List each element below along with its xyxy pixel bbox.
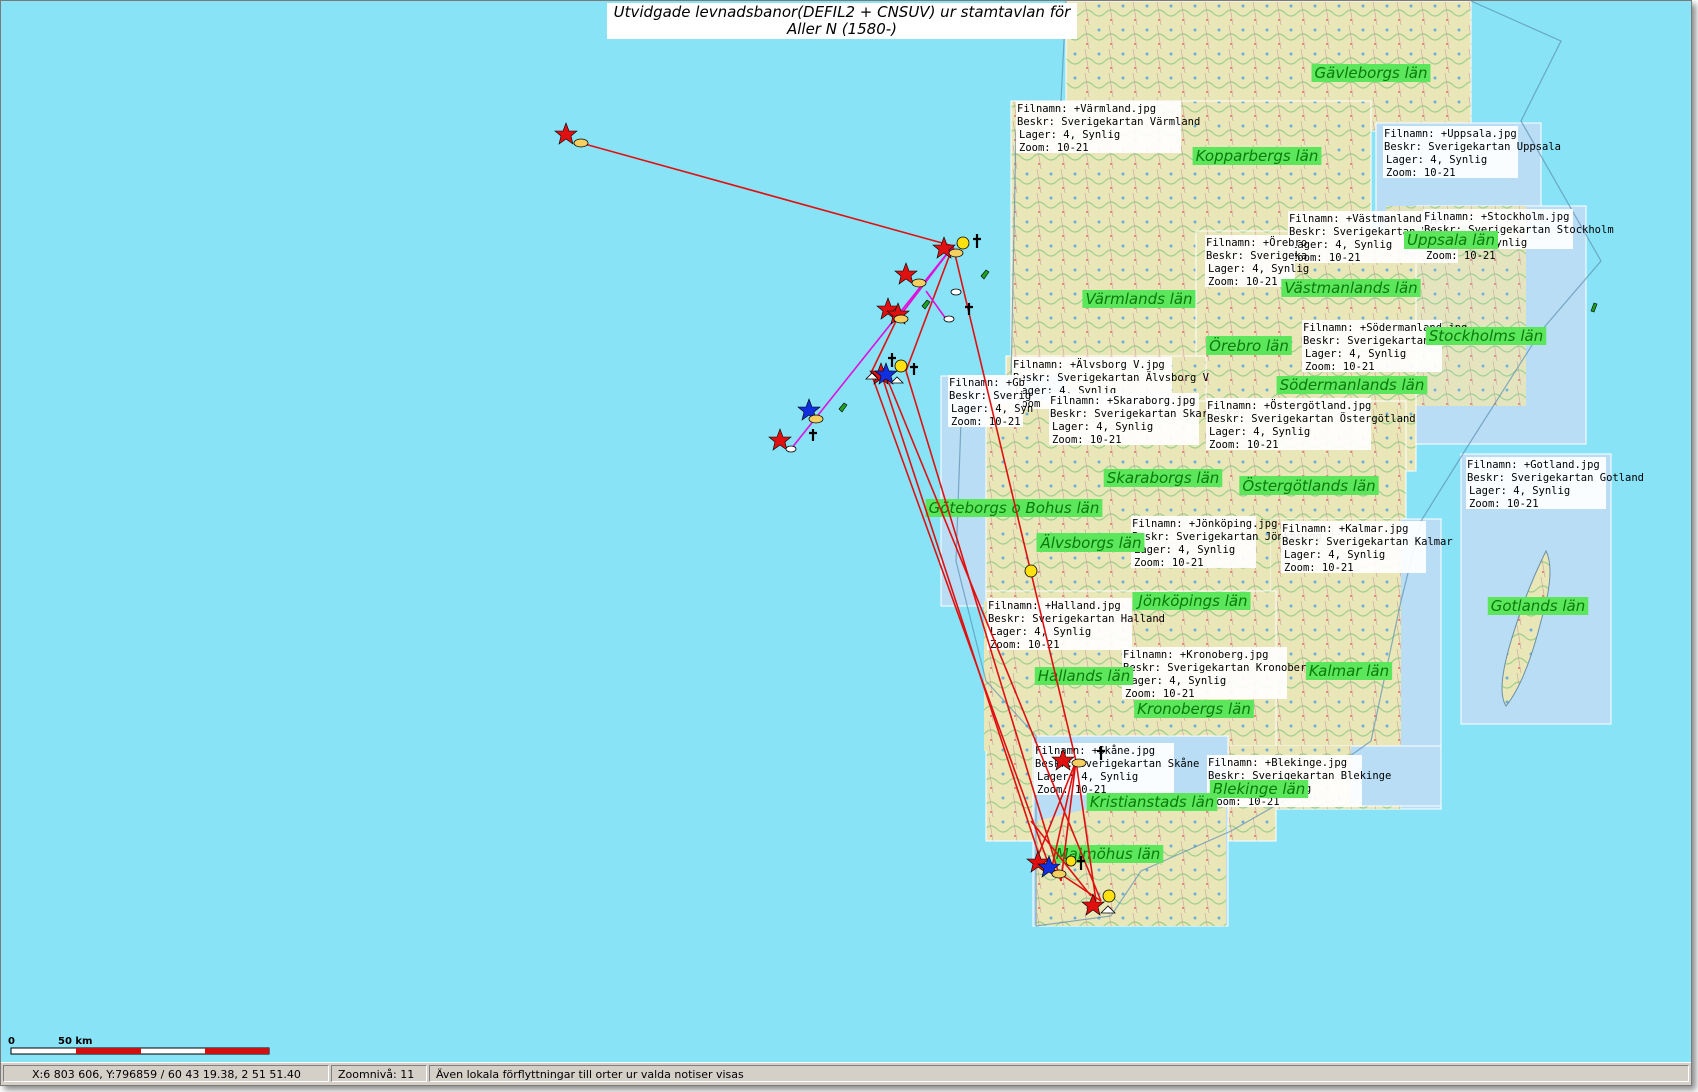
svg-text:Hallands län: Hallands län [1038,667,1130,685]
scale-bar-zero: 0 [8,1036,15,1047]
county-label: Kalmar län [1305,662,1393,680]
svg-text:Kopparbergs län: Kopparbergs län [1196,147,1319,165]
county-label: Västmanlands län [1281,279,1421,297]
map-sheet-file: Filnamn: +Östergötland.jpg [1207,399,1371,412]
map-sheet-file: Filnamn: +Gotland.jpg [1467,459,1600,471]
map-window: Filnamn: +Värmland.jpg Beskr: Sverigekart… [0,0,1692,1086]
map-sheet-file: Filnamn: +Skaraborg.jpg [1050,395,1195,407]
svg-text:Gotlands län: Gotlands län [1491,597,1586,615]
county-label: Värmlands län [1082,290,1196,308]
county-label: Gävleborgs län [1311,64,1431,82]
svg-text:Östergötlands län: Östergötlands län [1242,476,1375,495]
svg-text:Stockholms län: Stockholms län [1429,327,1543,345]
county-label: Jönköpings län [1132,592,1251,610]
county-label: Älvsborgs län [1036,533,1145,552]
map-sheet-layer: Lager: 4, Synlig [1052,421,1153,433]
map-sheet-file: Filnamn: +Halland.jpg [988,600,1121,612]
svg-text:Uppsala län: Uppsala län [1407,231,1495,249]
map-sheet-layer: Lager: 4, Synlig [1208,263,1309,275]
county-label: Uppsala län [1403,231,1499,249]
map-sheet-desc: Beskr: Sverigekartan Uppsala [1384,141,1561,153]
map-sheet-file: Filnamn: +Stockholm.jpg [1424,211,1569,223]
map-sheet-file: Filnamn: +Kronoberg.jpg [1123,649,1268,661]
map-sheet-file: Filnamn: +Jönköping.jpg [1132,518,1277,530]
county-label: Kronobergs län [1134,700,1254,718]
map-sheet-layer: Lager: 4, Synlig [1469,485,1570,497]
map-sheet-info: Filnamn: +Kronoberg.jpgBeskr: Sverigekar… [1122,647,1313,700]
map-sheet-zoom: Zoom: 10-21 [1019,142,1089,154]
status-bar: X:6 803 606, Y:796859 / 60 43 19.38, 2 5… [1,1062,1691,1085]
svg-text:Örebro län: Örebro län [1209,336,1289,355]
map-sheet-info: Filnamn: +Värmland.jpgBeskr: Sverigekart… [1016,101,1200,154]
map-sheet-file: Filnamn: +Kalmar.jpg [1282,523,1408,535]
map-sheet-zoom: Zoom: 10-21 [1386,167,1456,179]
map-sheet-desc: Beskr: Sverigekartan Kalmar [1282,536,1453,548]
svg-text:Kronobergs län: Kronobergs län [1137,700,1251,718]
county-label: Södermanlands län [1276,376,1428,394]
scale-bar-label: 50 km [58,1036,92,1047]
svg-text:Älvsborgs län: Älvsborgs län [1040,533,1142,552]
svg-text:Kristianstads län: Kristianstads län [1090,793,1215,811]
title-line-2: Aller N (1580-) [786,20,897,38]
map-sheet-zoom: Zoom: 10-21 [951,416,1021,428]
map-title: Utvidgade levnadsbanor(DEFIL2 + CNSUV) u… [607,3,1077,39]
map-sheet-layer: Lager: 4, Synlig [1386,154,1487,166]
map-sheet-zoom: Zoom: 10-21 [1125,688,1195,700]
county-label: Kristianstads län [1086,793,1218,811]
map-sheet-file: Filnamn: +Uppsala.jpg [1384,128,1517,140]
svg-text:Gävleborgs län: Gävleborgs län [1315,64,1428,82]
county-label: Gotlands län [1487,597,1589,615]
svg-text:Västmanlands län: Västmanlands län [1284,279,1417,297]
county-label: Skaraborgs län [1103,469,1223,487]
map-sheet-zoom: Zoom: 10-21 [1052,434,1122,446]
map-sheet-layer: Lager: 4, Synlig [990,626,1091,638]
map-sheet-zoom: Zoom: 10-21 [1134,557,1204,569]
status-coordinates-text: X:6 803 606, Y:796859 / 60 43 19.38, 2 5… [32,1068,301,1081]
county-label: Kopparbergs län [1192,147,1322,165]
county-label: Östergötlands län [1239,476,1379,495]
map-sheet-desc: Beskr: Sverigekartan Kronoberg [1123,662,1313,674]
map-sheet-file: Filnamn: +Blekinge.jpg [1208,757,1347,769]
status-message: Även lokala förflyttningar till orter ur… [429,1065,1689,1082]
map-sheet-zoom: Zoom: 10-21 [1426,250,1496,262]
map-sheet-desc: Beskr: Sverigeka [1206,250,1307,262]
map-sheet-file: Filnamn: +Skåne.jpg [1035,744,1155,757]
map-sheet-layer: Lager: 4, Synlig [1134,544,1235,556]
svg-text:Jönköpings län: Jönköpings län [1135,592,1247,610]
county-label: Stockholms län [1425,327,1547,345]
map-sheet-layer: Lager: 4, Synlig [1019,129,1120,141]
map-sheet-layer: Lager: 4, Synlig [1209,426,1310,438]
map-sheet-zoom: Zoom: 10-21 [1284,562,1354,574]
svg-text:Södermanlands län: Södermanlands län [1280,376,1425,394]
map-sheet-file: Filnamn: +Örebro [1206,236,1307,249]
map-sheet-desc: Beskr: Sverigekartan Gotland [1467,472,1644,484]
county-label: Hallands län [1034,667,1134,685]
map-sheet-file: Filnamn: +Älvsborg V.jpg [1013,358,1165,371]
county-label: Blekinge län [1209,780,1309,798]
map-sheet-desc: Beskr: Sverigekartan Halland [988,613,1165,625]
map-sheet-file: Filnamn: +Värmland.jpg [1017,103,1156,115]
county-label: Örebro län [1206,336,1292,355]
map-sheet-zoom: Zoom: 10-21 [1469,498,1539,510]
map-canvas[interactable]: Filnamn: +Värmland.jpgBeskr: Sverigekart… [1,1,1691,1061]
map-sheet-desc: Beskr: Sverigekartan Östergötland [1207,412,1416,425]
map-sheet-zoom: Zoom: 10-21 [1208,276,1278,288]
map-sheet-zoom: Zoom: 10-21 [1209,439,1279,451]
map-sheet-layer: Lager: 4, Synlig [1125,675,1226,687]
map-sheet-layer: Lager: 4, Synlig [1305,348,1406,360]
map-sheet-zoom: Zoom: 10-21 [1305,361,1375,373]
svg-text:Blekinge län: Blekinge län [1213,780,1305,798]
status-coordinates: X:6 803 606, Y:796859 / 60 43 19.38, 2 5… [3,1065,329,1082]
svg-text:Värmlands län: Värmlands län [1085,290,1192,308]
svg-text:Kalmar län: Kalmar län [1309,662,1389,680]
title-line-1: Utvidgade levnadsbanor(DEFIL2 + CNSUV) u… [614,3,1072,21]
map-sheet-desc: Beskr: Sverigekartan Älvsborg V [1013,371,1210,384]
map-sheet-desc: Beskr: Sverigekartan Värmland [1017,116,1200,128]
status-zoom-level: Zoomnivå: 11 [331,1065,427,1082]
map-sheet-layer: Lager: 4, Synlig [1284,549,1385,561]
svg-text:Skaraborgs län: Skaraborgs län [1107,469,1220,487]
